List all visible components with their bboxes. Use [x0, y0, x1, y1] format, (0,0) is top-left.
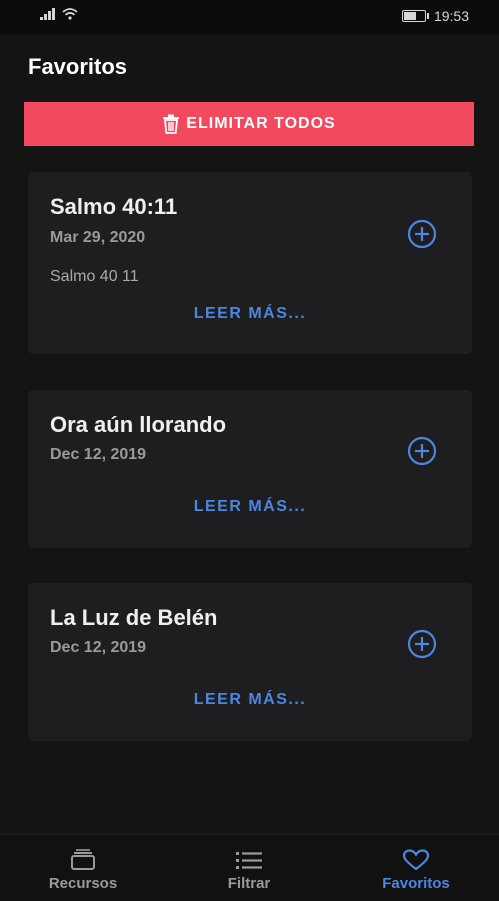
favorite-card[interactable]: La Luz de Belén Dec 12, 2019 LEER MÁS... [28, 583, 472, 741]
read-more-link[interactable]: LEER MÁS... [28, 691, 472, 709]
nav-label: Filtrar [227, 875, 271, 892]
page-title: Favoritos [28, 54, 128, 79]
nav-label: Recursos [48, 875, 118, 892]
favorite-date: Mar 29, 2020 [50, 229, 146, 246]
status-bar: 19:53 [0, 0, 499, 34]
battery-icon [401, 10, 429, 22]
favorite-title: La Luz de Belén [50, 605, 218, 630]
delete-all-button[interactable]: ELIMITAR TODOS [24, 102, 474, 146]
favorite-card[interactable]: Ora aún llorando Dec 12, 2019 LEER MÁS..… [28, 390, 472, 548]
heart-icon [402, 849, 430, 871]
add-circle-icon[interactable] [406, 628, 438, 660]
favorite-title: Ora aún llorando [50, 412, 227, 437]
nav-item-favoritos[interactable]: Favoritos [333, 835, 499, 901]
add-circle-icon[interactable] [406, 218, 438, 250]
favorite-date: Dec 12, 2019 [50, 639, 147, 656]
add-circle-icon[interactable] [406, 435, 438, 467]
status-time: 19:53 [433, 8, 469, 24]
list-icon [236, 852, 262, 869]
status-icons-right: 19:53 [401, 8, 469, 24]
favorite-date: Dec 12, 2019 [50, 446, 147, 463]
read-more-link[interactable]: LEER MÁS... [28, 498, 472, 516]
favorite-title: Salmo 40:11 [50, 194, 178, 219]
signal-icon [40, 8, 55, 20]
folder-icon [71, 849, 95, 870]
nav-item-filtrar[interactable]: Filtrar [166, 835, 332, 901]
battery-level [403, 12, 416, 20]
favorite-card[interactable]: Salmo 40:11 Mar 29, 2020 Salmo 40 11 LEE… [28, 172, 472, 354]
favorite-snippet: Salmo 40 11 [50, 268, 139, 285]
trash-icon [163, 114, 180, 134]
wifi-icon [62, 8, 78, 20]
nav-label: Favoritos [382, 875, 450, 892]
read-more-link[interactable]: LEER MÁS... [28, 305, 472, 323]
status-icons-left [40, 8, 78, 20]
delete-all-label: ELIMITAR TODOS [186, 115, 336, 132]
nav-item-recursos[interactable]: Recursos [0, 835, 166, 901]
bottom-nav: Recursos Filtrar Favoritos [0, 834, 499, 901]
